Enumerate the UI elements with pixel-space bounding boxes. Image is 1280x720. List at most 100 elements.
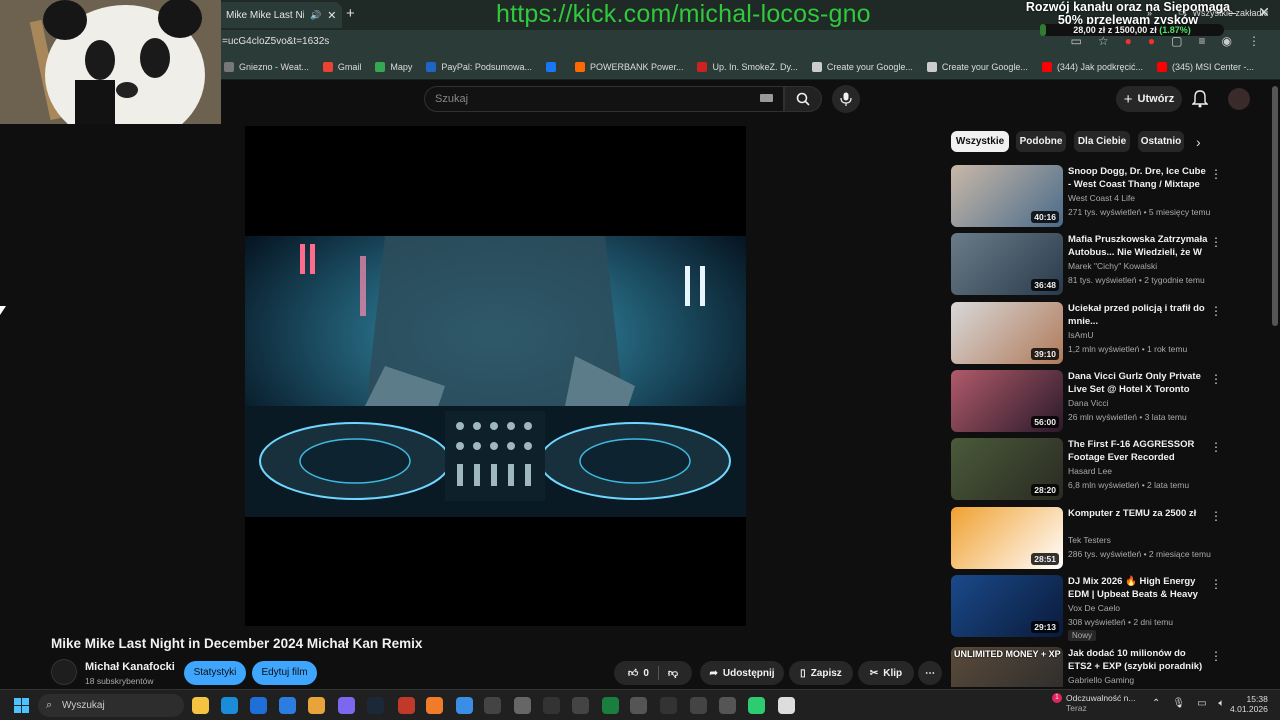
share-button[interactable]: ➦ Udostępnij — [700, 661, 784, 685]
app-icon[interactable] — [602, 697, 619, 714]
profile-icon[interactable]: ◉ — [1222, 34, 1232, 48]
recommendation-item[interactable]: 28:51 Komputer z TEMU za 2500 zł Tek Teste… — [951, 507, 1231, 569]
recommendation-thumbnail[interactable]: 36:48 — [951, 233, 1063, 295]
bookmark-item[interactable]: PayPal: Podsumowa... — [426, 61, 532, 72]
file-explorer-icon[interactable] — [192, 697, 209, 714]
outlook-icon[interactable] — [279, 697, 296, 714]
active-tab[interactable]: Mike Mike Last Night in De 🔊 ✕ — [216, 2, 342, 28]
recommendation-title[interactable]: Snoop Dogg, Dr. Dre, Ice Cube - West Coa… — [1068, 165, 1208, 191]
new-tab-button[interactable]: + — [346, 5, 355, 22]
mic-tray-icon[interactable]: 🎙︎ — [1172, 698, 1185, 709]
recommendation-thumbnail[interactable]: 28:20 — [951, 438, 1063, 500]
recommendation-item[interactable]: 29:13 DJ Mix 2026 🔥 High Energy EDM | Upb… — [951, 575, 1231, 641]
chrome-icon[interactable] — [308, 697, 325, 714]
clip-button[interactable]: ✂ Klip — [858, 661, 914, 685]
recommendation-channel[interactable]: Tek Testers — [1068, 535, 1111, 545]
app-green-icon[interactable] — [748, 697, 765, 714]
taskbar-search-input[interactable]: Wyszukaj — [38, 694, 184, 717]
more-vertical-icon[interactable]: ⋮ — [1210, 304, 1222, 318]
like-count[interactable]: 0 — [643, 668, 649, 679]
recommendation-item[interactable]: 28:20 The First F-16 AGGRESSOR Footage Ev… — [951, 438, 1231, 500]
bookmark-item[interactable]: Up. In. SmokeZ. Dy... — [697, 61, 798, 72]
bookmark-item[interactable]: Create your Google... — [926, 61, 1028, 72]
more-vertical-icon[interactable]: ⋮ — [1210, 167, 1222, 181]
recommendation-channel[interactable]: Vox De Caelo — [1068, 603, 1120, 613]
app-icon[interactable] — [572, 697, 589, 714]
edit-video-button[interactable]: Edytuj film — [252, 661, 317, 685]
recommendation-thumbnail[interactable]: 39:10 — [951, 302, 1063, 364]
cast-icon[interactable]: ▭ — [1071, 34, 1082, 48]
more-vertical-icon[interactable]: ⋮ — [1210, 235, 1222, 249]
recommendation-item[interactable]: 40:16 Snoop Dogg, Dr. Dre, Ice Cube - Wes… — [951, 165, 1231, 227]
chip-dla-ciebie[interactable]: Dla Ciebie — [1074, 131, 1130, 152]
bookmark-star-icon[interactable]: ☆ — [1098, 34, 1109, 48]
recommendation-thumbnail[interactable]: 29:13 — [951, 575, 1063, 637]
recommendation-item[interactable]: 39:10 Uciekał przed policją i trafił do m… — [951, 302, 1231, 364]
bookmark-item[interactable]: (344) Jak podkręcić... — [1041, 61, 1143, 72]
recommendation-title[interactable]: Mafia Pruszkowska Zatrzymała Autobus... … — [1068, 233, 1208, 259]
recommendation-channel[interactable]: IsAmU — [1068, 330, 1094, 340]
store-icon[interactable] — [250, 697, 267, 714]
bookmark-item[interactable]: Gmail — [322, 61, 361, 72]
bookmark-item[interactable]: POWERBANK Power... — [574, 61, 683, 72]
extension-icon[interactable]: ▢ — [1171, 34, 1182, 48]
menu-icon[interactable]: ⋮ — [1248, 34, 1260, 48]
thumbs-up-icon[interactable]: 👍︎ — [628, 667, 638, 679]
recommendation-channel[interactable]: Hasard Lee — [1068, 466, 1112, 476]
recommendation-thumbnail[interactable]: UNLIMITED MONEY + XP — [951, 647, 1063, 687]
voice-search-button[interactable] — [832, 85, 860, 113]
recommendation-item[interactable]: UNLIMITED MONEY + XP Jak dodać 10 milionó… — [951, 647, 1231, 687]
statistics-button[interactable]: Statystyki — [184, 661, 246, 685]
search-input[interactable]: Szukaj — [424, 86, 784, 112]
media-icon[interactable]: ≡ — [1199, 34, 1206, 48]
speaker-icon[interactable]: 🔊 — [310, 10, 321, 21]
close-tab-icon[interactable]: ✕ — [327, 9, 336, 22]
recommendation-item[interactable]: 36:48 Mafia Pruszkowska Zatrzymała Autobu… — [951, 233, 1231, 295]
app-red-icon[interactable] — [398, 697, 415, 714]
extension-icon-red[interactable]: ● — [1125, 34, 1132, 48]
recommendation-title[interactable]: Dana Vicci Gurlz Only Private Live Set @… — [1068, 370, 1208, 396]
recommendation-channel[interactable]: Gabriello Gaming — [1068, 675, 1134, 685]
recommendation-title[interactable]: DJ Mix 2026 🔥 High Energy EDM | Upbeat B… — [1068, 575, 1208, 601]
app-icon[interactable] — [660, 697, 677, 714]
chip-podobne[interactable]: Podobne — [1016, 131, 1066, 152]
account-avatar[interactable] — [1228, 88, 1250, 110]
recommendation-channel[interactable]: Marek "Cichy" Kowalski — [1068, 261, 1157, 271]
keyboard-icon[interactable] — [760, 94, 773, 102]
app-blue-icon[interactable] — [456, 697, 473, 714]
app-orange-icon[interactable] — [426, 697, 443, 714]
recommendation-item[interactable]: 56:00 Dana Vicci Gurlz Only Private Live … — [951, 370, 1231, 432]
more-actions-button[interactable]: ⋯ — [918, 661, 942, 685]
more-vertical-icon[interactable]: ⋮ — [1210, 577, 1222, 591]
network-icon[interactable]: ▭ — [1197, 698, 1206, 709]
volume-icon[interactable]: 🔈︎ — [1219, 698, 1225, 709]
recommendation-thumbnail[interactable]: 56:00 — [951, 370, 1063, 432]
video-frame-dj-mixer[interactable] — [245, 236, 746, 517]
chip-ostatnio[interactable]: Ostatnio — [1138, 131, 1184, 152]
create-button[interactable]: + Utwórz — [1116, 86, 1182, 112]
extension-icon-red-2[interactable]: ● — [1148, 34, 1155, 48]
bookmark-item[interactable]: Gniezno - Weat... — [224, 61, 309, 72]
app-icon[interactable] — [690, 697, 707, 714]
steam-icon[interactable] — [367, 697, 384, 714]
windows-start-icon[interactable] — [14, 698, 29, 713]
edge-icon[interactable] — [221, 697, 238, 714]
bookmark-item[interactable]: Create your Google... — [811, 61, 913, 72]
recommendation-channel[interactable]: West Coast 4 Life — [1068, 193, 1135, 203]
app-icon[interactable] — [484, 697, 501, 714]
recommendation-channel[interactable]: Dana Vicci — [1068, 398, 1108, 408]
weather-widget[interactable]: Odczuwalność n... Teraz — [1046, 693, 1135, 713]
search-button[interactable] — [784, 86, 822, 112]
chevron-right-icon[interactable]: › — [1196, 134, 1201, 150]
channel-name[interactable]: Michał Kanafocki — [85, 661, 175, 673]
page-scrollbar[interactable] — [1272, 86, 1278, 326]
chip-wszystkie[interactable]: Wszystkie — [951, 131, 1009, 152]
channel-avatar[interactable] — [51, 659, 77, 685]
thumbs-down-icon[interactable]: 👎︎ — [668, 667, 678, 679]
app-icon[interactable] — [514, 697, 531, 714]
url-field[interactable]: =ucG4cloZ5vo&t=1632s — [222, 36, 329, 47]
recommendation-title[interactable]: Komputer z TEMU za 2500 zł — [1068, 507, 1208, 520]
app-icon[interactable] — [778, 697, 795, 714]
more-vertical-icon[interactable]: ⋮ — [1210, 509, 1222, 523]
bookmark-item[interactable] — [545, 61, 561, 72]
